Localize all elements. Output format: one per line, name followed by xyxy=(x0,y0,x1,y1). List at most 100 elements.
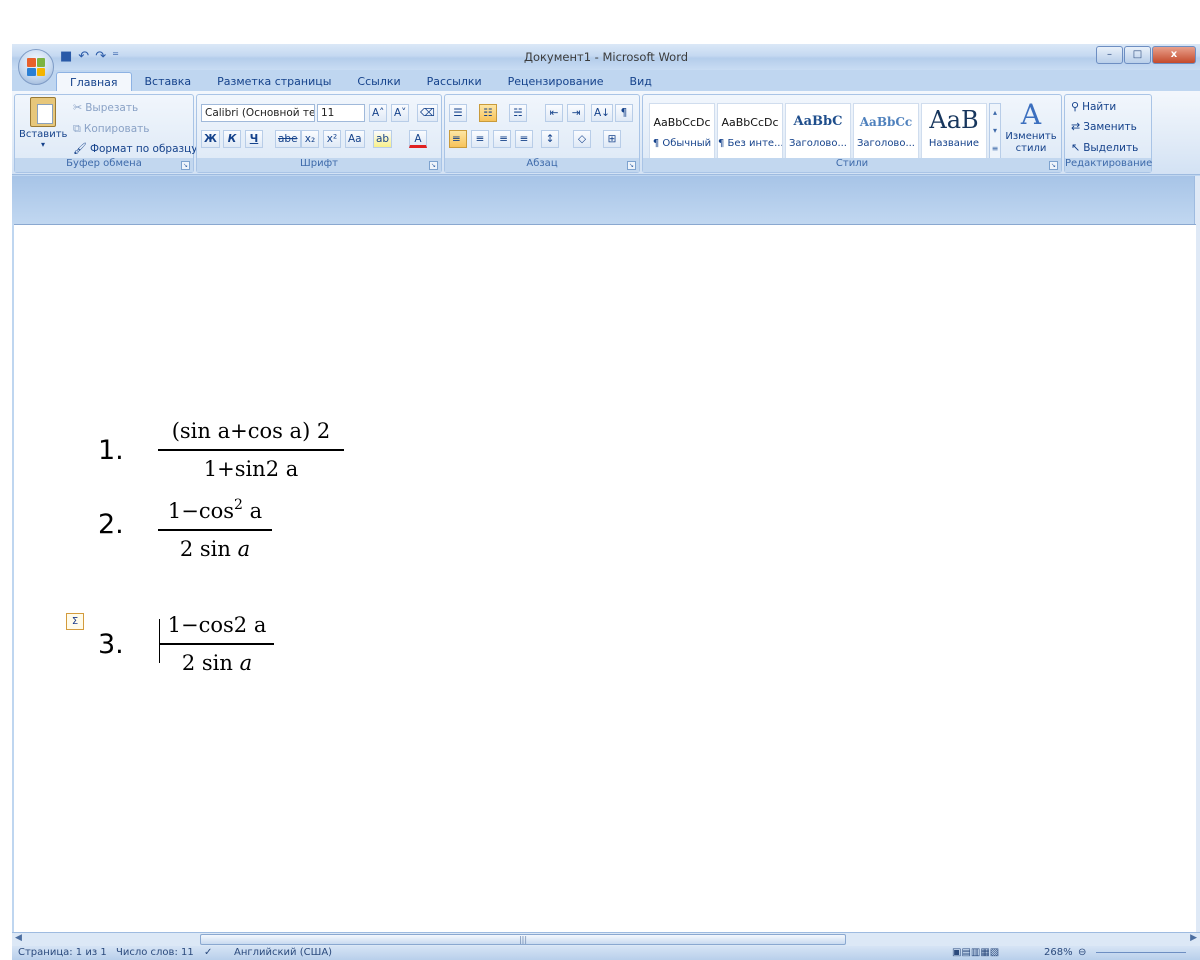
align-center-button[interactable]: ≡ xyxy=(471,130,489,148)
status-bar: Страница: 1 из 1 Число слов: 11 ✓ Англий… xyxy=(12,946,1200,960)
paragraph-group: ☰ ☷ ☵ ⇤ ⇥ A↓ ¶ ≡ ≡ ≡ ≡ ↕ ◇ ⊞ Абзац ↘ xyxy=(444,94,640,173)
cursor-arrow-icon: ↖ xyxy=(1071,141,1081,154)
font-launcher-icon[interactable]: ↘ xyxy=(429,161,438,170)
minimize-button[interactable]: – xyxy=(1096,46,1123,64)
zoom-slider[interactable] xyxy=(1096,952,1186,953)
numbering-button[interactable]: ☷ xyxy=(479,104,497,122)
fraction-bar xyxy=(158,449,344,451)
proofing-icon[interactable]: ✓ xyxy=(204,947,212,958)
word-window: Документ1 - Microsoft Word ■ ↶ ↷ ⁼ – □ x… xyxy=(12,44,1200,960)
copy-icon: ⧉ xyxy=(73,122,81,135)
horizontal-scrollbar[interactable]: ◀ ||| ▶ xyxy=(12,932,1200,946)
align-left-button[interactable]: ≡ xyxy=(449,130,467,148)
styles-scroll-icon[interactable]: ▴ ▾ ≡ xyxy=(989,103,1001,159)
find-button[interactable]: ⚲ Найти xyxy=(1071,100,1116,113)
style-no-spacing-preview: AaBbCcDc xyxy=(721,116,779,129)
shading-button[interactable]: ◇ xyxy=(573,130,591,148)
style-no-spacing[interactable]: AaBbCcDc ¶ Без инте... xyxy=(717,103,783,159)
tab-insert[interactable]: Вставка xyxy=(132,72,205,92)
change-styles-icon: A xyxy=(1020,98,1042,131)
equation-fraction[interactable]: 1−cos2 a 2 sin a xyxy=(160,609,274,679)
styles-group: AaBbCcDc ¶ Обычный AaBbCcDc ¶ Без инте..… xyxy=(642,94,1062,173)
format-painter-button[interactable]: 🖌 Формат по образцу xyxy=(73,142,197,155)
increase-indent-button[interactable]: ⇥ xyxy=(567,104,585,122)
scroll-thumb[interactable]: ||| xyxy=(200,934,846,945)
decrease-indent-button[interactable]: ⇤ xyxy=(545,104,563,122)
fraction-bar xyxy=(160,643,274,645)
styles-group-label: Стили xyxy=(643,158,1061,172)
equation-fraction[interactable]: 1−cos2 a 2 sin a xyxy=(158,489,272,565)
superscript-button[interactable]: x² xyxy=(323,130,341,148)
style-heading-1-name: Заголово... xyxy=(789,138,847,149)
tab-review[interactable]: Рецензирование xyxy=(495,72,617,92)
font-color-button[interactable]: A xyxy=(409,130,427,148)
status-words[interactable]: Число слов: 11 xyxy=(116,947,194,958)
align-right-button[interactable]: ≡ xyxy=(493,130,511,148)
office-button[interactable] xyxy=(18,49,54,85)
change-case-button[interactable]: Aa xyxy=(345,130,365,148)
tab-page-layout[interactable]: Разметка страницы xyxy=(204,72,344,92)
paste-button[interactable]: Вставить ▾ xyxy=(19,97,67,149)
clipboard-launcher-icon[interactable]: ↘ xyxy=(181,161,190,170)
window-title: Документ1 - Microsoft Word xyxy=(523,50,689,64)
italic-button[interactable]: К xyxy=(223,130,241,148)
bullets-button[interactable]: ☰ xyxy=(449,104,467,122)
status-page[interactable]: Страница: 1 из 1 xyxy=(18,947,107,958)
status-zoom[interactable]: 268% xyxy=(1044,947,1073,958)
clear-format-button[interactable]: ⌫ xyxy=(417,104,438,122)
editing-group-label: Редактирование xyxy=(1065,158,1152,172)
grow-font-button[interactable]: A˄ xyxy=(369,104,388,122)
copy-label: Копировать xyxy=(83,123,150,135)
equation-fraction[interactable]: (sin a+cos a) 2 1+sin2 a xyxy=(158,415,344,485)
tab-references[interactable]: Ссылки xyxy=(344,72,413,92)
justify-button[interactable]: ≡ xyxy=(515,130,533,148)
list-number: 2. xyxy=(98,509,124,540)
customize-qat-icon[interactable]: ⁼ xyxy=(112,49,119,64)
save-icon[interactable]: ■ xyxy=(60,49,72,64)
shrink-font-button[interactable]: A˅ xyxy=(391,104,410,122)
show-marks-button[interactable]: ¶ xyxy=(615,104,633,122)
highlight-button[interactable]: ab xyxy=(373,130,393,148)
change-styles-button[interactable]: A Изменить стили xyxy=(1005,99,1057,155)
math-autocorrect-icon[interactable]: Σ xyxy=(66,613,84,630)
undo-icon[interactable]: ↶ xyxy=(78,49,89,64)
multilevel-list-button[interactable]: ☵ xyxy=(509,104,527,122)
underline-button[interactable]: Ч xyxy=(245,130,263,148)
tab-home[interactable]: Главная xyxy=(56,72,132,92)
list-number: 1. xyxy=(98,435,124,466)
paste-dropdown-icon[interactable]: ▾ xyxy=(19,140,67,149)
strikethrough-button[interactable]: abe xyxy=(275,130,301,148)
equation-numerator: 1−cos2 a xyxy=(158,489,272,527)
view-buttons-icon[interactable]: ▣▤▥▦▧ xyxy=(952,947,999,958)
sort-button[interactable]: A↓ xyxy=(591,104,613,122)
copy-button[interactable]: ⧉ Копировать xyxy=(73,122,149,136)
styles-launcher-icon[interactable]: ↘ xyxy=(1049,161,1058,170)
font-size-box[interactable]: 11 xyxy=(317,104,365,122)
scroll-right-icon[interactable]: ▶ xyxy=(1190,933,1197,943)
style-heading-1[interactable]: AaBbC Заголово... xyxy=(785,103,851,159)
line-spacing-button[interactable]: ↕ xyxy=(541,130,559,148)
maximize-button[interactable]: □ xyxy=(1124,46,1151,64)
status-language[interactable]: Английский (США) xyxy=(234,947,332,958)
style-normal[interactable]: AaBbCcDc ¶ Обычный xyxy=(649,103,715,159)
zoom-out-icon[interactable]: ⊖ xyxy=(1078,947,1086,958)
style-title[interactable]: AaB Название xyxy=(921,103,987,159)
borders-button[interactable]: ⊞ xyxy=(603,130,621,148)
paragraph-launcher-icon[interactable]: ↘ xyxy=(627,161,636,170)
document-page[interactable]: 1. (sin a+cos a) 2 1+sin2 a 2. 1−cos2 a … xyxy=(14,224,1196,932)
select-button[interactable]: ↖ Выделить xyxy=(1071,141,1138,154)
subscript-button[interactable]: x₂ xyxy=(301,130,319,148)
equation-denominator: 1+sin2 a xyxy=(203,456,299,481)
tab-view[interactable]: Вид xyxy=(617,72,665,92)
tab-mailings[interactable]: Рассылки xyxy=(414,72,495,92)
cut-button[interactable]: ✂ Вырезать xyxy=(73,101,138,114)
style-heading-2[interactable]: AaBbCc Заголово... xyxy=(853,103,919,159)
clipboard-icon xyxy=(30,97,56,127)
font-name-box[interactable]: Calibri (Основной те xyxy=(201,104,315,122)
bold-button[interactable]: Ж xyxy=(201,130,220,148)
scroll-left-icon[interactable]: ◀ xyxy=(15,933,22,943)
redo-icon[interactable]: ↷ xyxy=(95,49,106,64)
replace-button[interactable]: ⇄ Заменить xyxy=(1071,120,1137,133)
ribbon-tabs: Главная Вставка Разметка страницы Ссылки… xyxy=(56,72,665,92)
close-button[interactable]: x xyxy=(1152,46,1196,64)
